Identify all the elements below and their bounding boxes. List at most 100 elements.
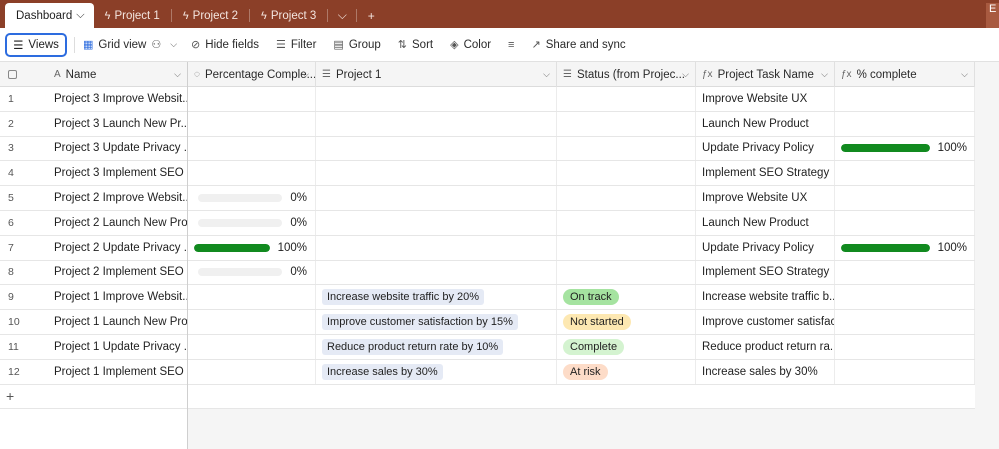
table-row[interactable]: 1 Project 3 Improve Websit...	[0, 87, 187, 112]
table-row[interactable]: 0% Launch New Product	[188, 210, 975, 236]
linked-record-chip[interactable]: Improve customer satisfaction by 15%	[322, 314, 518, 331]
project-1-cell[interactable]	[316, 260, 557, 285]
status-cell[interactable]	[557, 260, 696, 285]
name-cell[interactable]: Project 2 Launch New Pro...	[48, 211, 187, 235]
name-cell[interactable]: Project 1 Launch New Pro...	[48, 310, 187, 334]
table-row[interactable]: 7 Project 2 Update Privacy ...	[0, 235, 187, 261]
percentage-cell[interactable]	[188, 310, 316, 334]
project-1-cell[interactable]: Increase website traffic by 20%	[316, 285, 557, 310]
views-button[interactable]: ☰ Views	[5, 32, 67, 57]
column-header-project-1[interactable]: ☰ Project 1 ⌵	[316, 62, 557, 87]
column-header-name[interactable]: A Name ⌵	[48, 62, 187, 87]
chevron-down-icon[interactable]: ⌵	[821, 69, 828, 80]
percentage-cell[interactable]	[188, 359, 316, 384]
linked-record-chip[interactable]: Reduce product return rate by 10%	[322, 338, 504, 355]
percentage-cell[interactable]: 0%	[188, 210, 316, 235]
name-cell[interactable]: Project 2 Implement SEO ...	[48, 261, 187, 285]
table-row[interactable]: 10 Project 1 Launch New Pro...	[0, 310, 187, 335]
name-cell[interactable]: Project 1 Update Privacy ...	[48, 335, 187, 359]
table-row[interactable]: 9 Project 1 Improve Websit...	[0, 285, 187, 311]
name-cell[interactable]: Project 3 Implement SEO ...	[48, 161, 187, 185]
column-header-status[interactable]: ☰ Status (from Projec... ⌵	[557, 62, 696, 87]
complete-cell[interactable]	[835, 285, 975, 310]
linked-record-chip[interactable]: Increase website traffic by 20%	[322, 289, 485, 306]
project-1-cell[interactable]	[316, 136, 557, 161]
chevron-down-icon[interactable]: ⌵	[302, 69, 309, 80]
table-row[interactable]: 8 Project 2 Implement SEO ...	[0, 260, 187, 286]
status-cell[interactable]	[557, 87, 696, 111]
tab-project-1[interactable]: ϟ Project 1	[94, 3, 171, 28]
extensions-button[interactable]: E	[986, 3, 999, 28]
project-1-cell[interactable]	[316, 161, 557, 186]
task-name-cell[interactable]: Update Privacy Policy	[696, 235, 835, 260]
project-1-cell[interactable]: Reduce product return rate by 10%	[316, 334, 557, 359]
project-1-cell[interactable]: Improve customer satisfaction by 15%	[316, 310, 557, 334]
table-row[interactable]: Increase website traffic by 20% On track I…	[188, 285, 975, 311]
table-row[interactable]: 5 Project 2 Improve Websit...	[0, 186, 187, 211]
column-header-complete[interactable]: ƒx % complete ⌵	[835, 62, 975, 87]
complete-cell[interactable]	[835, 334, 975, 359]
grid-view-button[interactable]: ▦ Grid view ⚇ ⌵	[83, 38, 177, 52]
column-header-task[interactable]: ƒx Project Task Name ⌵	[696, 62, 835, 87]
table-row[interactable]: Update Privacy Policy 100%	[188, 136, 975, 162]
status-cell[interactable]: Complete	[557, 334, 696, 359]
complete-cell[interactable]	[835, 210, 975, 235]
percentage-cell[interactable]	[188, 136, 316, 161]
task-name-cell[interactable]: Increase website traffic b...	[696, 285, 835, 310]
complete-cell[interactable]	[835, 87, 975, 111]
sort-button[interactable]: ⇅ Sort	[398, 38, 433, 52]
name-cell[interactable]: Project 3 Improve Websit...	[48, 87, 187, 111]
share-sync-button[interactable]: ↗ Share and sync	[531, 38, 625, 52]
add-table-button[interactable]: +	[357, 3, 385, 28]
task-name-cell[interactable]: Launch New Product	[696, 210, 835, 235]
task-name-cell[interactable]: Reduce product return ra...	[696, 334, 835, 359]
task-name-cell[interactable]: Improve customer satisfac...	[696, 310, 835, 334]
percentage-cell[interactable]: 0%	[188, 186, 316, 210]
chevron-down-icon[interactable]: ⌵	[76, 9, 84, 22]
percentage-cell[interactable]	[188, 334, 316, 359]
status-cell[interactable]: At risk	[557, 359, 696, 384]
name-cell[interactable]: Project 3 Update Privacy ...	[48, 137, 187, 161]
percentage-cell[interactable]	[188, 87, 316, 111]
select-all-checkbox[interactable]	[0, 62, 48, 87]
percentage-cell[interactable]: 0%	[188, 260, 316, 285]
name-cell[interactable]: Project 1 Improve Websit...	[48, 285, 187, 309]
table-row[interactable]: 3 Project 3 Update Privacy ...	[0, 136, 187, 162]
table-row[interactable]: 0% Improve Website UX	[188, 186, 975, 211]
table-row[interactable]: Implement SEO Strategy	[188, 161, 975, 187]
complete-cell[interactable]	[835, 260, 975, 285]
filter-button[interactable]: ☰ Filter	[276, 38, 316, 52]
name-cell[interactable]: Project 2 Update Privacy ...	[48, 236, 187, 260]
complete-cell[interactable]	[835, 111, 975, 136]
table-row[interactable]: 0% Implement SEO Strategy	[188, 260, 975, 286]
add-record-row[interactable]	[188, 384, 975, 409]
row-height-button[interactable]: ≡	[508, 39, 514, 51]
table-row[interactable]: 100% Update Privacy Policy 100%	[188, 235, 975, 261]
chevron-down-icon[interactable]: ⌵	[543, 69, 550, 80]
hide-fields-button[interactable]: ⊘ Hide fields	[191, 38, 259, 52]
complete-cell[interactable]: 100%	[835, 136, 975, 161]
project-1-cell[interactable]	[316, 186, 557, 210]
table-row[interactable]: 4 Project 3 Implement SEO ...	[0, 161, 187, 187]
task-name-cell[interactable]: Update Privacy Policy	[696, 136, 835, 161]
status-cell[interactable]	[557, 235, 696, 260]
chevron-down-icon[interactable]: ⌵	[174, 69, 181, 80]
percentage-cell[interactable]	[188, 161, 316, 186]
task-name-cell[interactable]: Improve Website UX	[696, 186, 835, 210]
tab-dashboard[interactable]: Dashboard ⌵	[5, 3, 94, 28]
task-name-cell[interactable]: Launch New Product	[696, 111, 835, 136]
status-cell[interactable]: Not started	[557, 310, 696, 334]
table-row[interactable]: 6 Project 2 Launch New Pro...	[0, 210, 187, 236]
percentage-cell[interactable]	[188, 285, 316, 310]
chevron-down-icon[interactable]: ⌵	[961, 69, 968, 80]
chevron-down-icon[interactable]: ⌵	[682, 69, 689, 80]
table-row[interactable]: Improve customer satisfaction by 15% Not …	[188, 310, 975, 335]
status-cell[interactable]	[557, 161, 696, 186]
task-name-cell[interactable]: Improve Website UX	[696, 87, 835, 111]
tab-project-2[interactable]: ϟ Project 2	[172, 3, 249, 28]
name-cell[interactable]: Project 3 Launch New Pr...	[48, 112, 187, 136]
table-row[interactable]: Reduce product return rate by 10% Complet…	[188, 334, 975, 360]
add-record-button[interactable]: +	[0, 384, 187, 409]
tab-project-3[interactable]: ϟ Project 3	[250, 3, 327, 28]
project-1-cell[interactable]	[316, 87, 557, 111]
